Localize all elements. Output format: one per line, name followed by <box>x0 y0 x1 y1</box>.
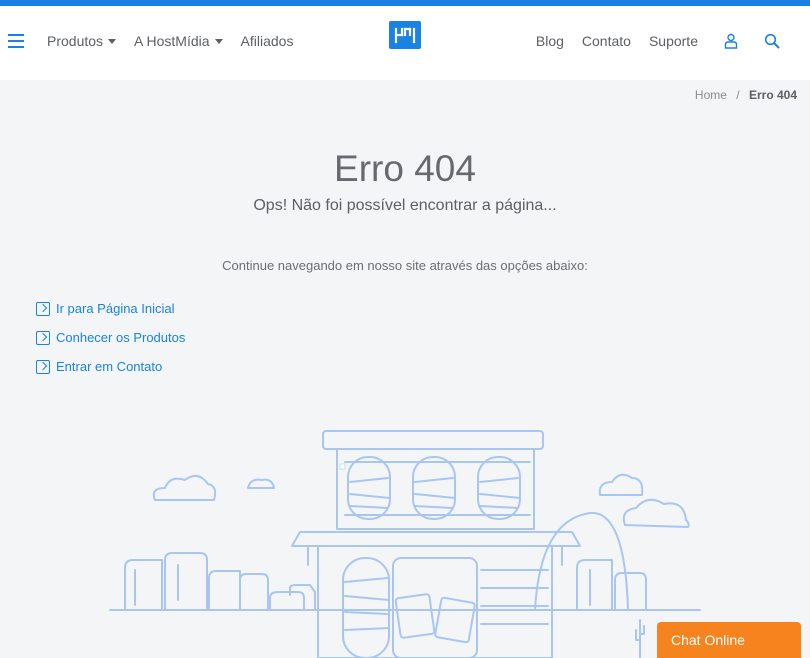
breadcrumb-separator: / <box>736 88 740 102</box>
nav-item-produtos[interactable]: Produtos <box>47 33 117 49</box>
nav-item-blog[interactable]: Blog <box>536 33 564 49</box>
brand-logo[interactable] <box>389 21 421 49</box>
nav-item-suporte[interactable]: Suporte <box>649 33 698 49</box>
nav-item-afiliados[interactable]: Afiliados <box>241 33 294 49</box>
chevron-down-icon <box>214 39 223 44</box>
user-icon[interactable] <box>724 33 738 49</box>
link-label: Ir para Página Inicial <box>56 301 175 316</box>
navigation-links: Ir para Página Inicial Conhecer os Produ… <box>36 294 185 381</box>
breadcrumb-home[interactable]: Home <box>695 88 727 102</box>
logo-mark-icon <box>394 27 416 44</box>
chevron-down-icon <box>108 39 117 44</box>
breadcrumb: Home / Erro 404 <box>695 88 797 102</box>
link-products[interactable]: Conhecer os Produtos <box>36 323 185 352</box>
link-contact[interactable]: Entrar em Contato <box>36 352 185 381</box>
page-subtitle: Ops! Não foi possível encontrar a página… <box>253 197 557 214</box>
continue-text: Continue navegando em nosso site através… <box>222 258 588 273</box>
primary-nav: Produtos A HostMídia Afiliados <box>47 33 311 49</box>
nav-item-label: Produtos <box>47 33 104 49</box>
link-home[interactable]: Ir para Página Inicial <box>36 294 185 323</box>
chat-online-button[interactable]: Chat Online <box>657 622 801 658</box>
page-title: Erro 404 <box>334 148 476 189</box>
nav-item-contato[interactable]: Contato <box>582 33 631 49</box>
nav-item-label: Afiliados <box>240 33 294 49</box>
breadcrumb-current: Erro 404 <box>748 88 797 102</box>
chevron-right-icon <box>36 301 50 316</box>
nav-item-a-hostmidia[interactable]: A HostMídia <box>134 33 223 49</box>
chevron-right-icon <box>36 330 50 345</box>
search-icon[interactable] <box>764 33 780 49</box>
secondary-nav: Blog Contato Suporte <box>518 33 780 49</box>
chevron-right-icon <box>36 359 50 374</box>
site-header: Produtos A HostMídia Afiliados Blog Cont <box>0 6 810 80</box>
link-label: Conhecer os Produtos <box>56 330 186 345</box>
nav-item-label: A HostMídia <box>134 33 210 49</box>
link-label: Entrar em Contato <box>56 359 163 374</box>
menu-icon[interactable] <box>8 34 24 48</box>
